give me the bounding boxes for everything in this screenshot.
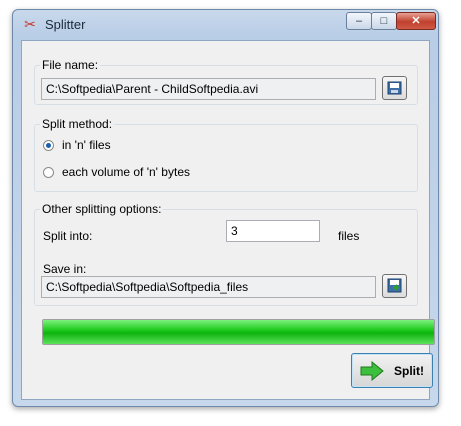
split-button-label: Split! <box>394 363 424 378</box>
minimize-button[interactable]: – <box>346 12 372 30</box>
radio-button-n-files[interactable] <box>43 139 54 151</box>
splitter-window: ✂ Splitter – □ ✕ File name: C:\Softpedia… <box>12 9 439 407</box>
browse-folder-button[interactable] <box>382 274 407 298</box>
split-into-label: Split into: <box>43 229 93 243</box>
scissors-icon: ✂ <box>24 16 36 32</box>
radio-label-n-files: in 'n' files <box>62 138 111 152</box>
file-name-legend: File name: <box>42 58 99 72</box>
maximize-button[interactable]: □ <box>371 12 397 30</box>
client-area: File name: C:\Softpedia\Parent - ChildSo… <box>21 40 435 400</box>
progress-bar <box>42 319 435 345</box>
radio-option-n-files[interactable]: in 'n' files <box>43 137 111 153</box>
file-name-group: File name: C:\Softpedia\Parent - ChildSo… <box>34 58 418 105</box>
split-method-legend: Split method: <box>42 117 113 131</box>
split-method-group: Split method: in 'n' files each volume o… <box>34 117 418 192</box>
title-bar[interactable]: ✂ Splitter – □ ✕ <box>13 10 438 38</box>
radio-option-n-bytes[interactable]: each volume of 'n' bytes <box>43 164 190 180</box>
open-file-icon <box>387 81 402 95</box>
green-arrow-icon <box>360 360 384 381</box>
save-in-label: Save in: <box>43 262 87 276</box>
window-title: Splitter <box>45 17 86 32</box>
file-path-field[interactable]: C:\Softpedia\Parent - ChildSoftpedia.avi <box>41 78 376 100</box>
split-button[interactable]: Split! <box>351 353 433 388</box>
other-options-legend: Other splitting options: <box>42 202 162 216</box>
split-into-input[interactable]: 3 <box>226 220 320 242</box>
radio-label-n-bytes: each volume of 'n' bytes <box>62 165 190 179</box>
save-folder-icon <box>387 278 402 293</box>
progress-fill <box>43 320 434 344</box>
close-button[interactable]: ✕ <box>396 12 436 30</box>
radio-button-n-bytes[interactable] <box>43 166 54 178</box>
other-options-group: Other splitting options: Split into: 3 f… <box>34 202 418 306</box>
files-unit-label: files <box>338 229 360 243</box>
save-in-path-field[interactable]: C:\Softpedia\Softpedia\Softpedia_files <box>41 276 376 298</box>
browse-file-button[interactable] <box>382 76 407 100</box>
